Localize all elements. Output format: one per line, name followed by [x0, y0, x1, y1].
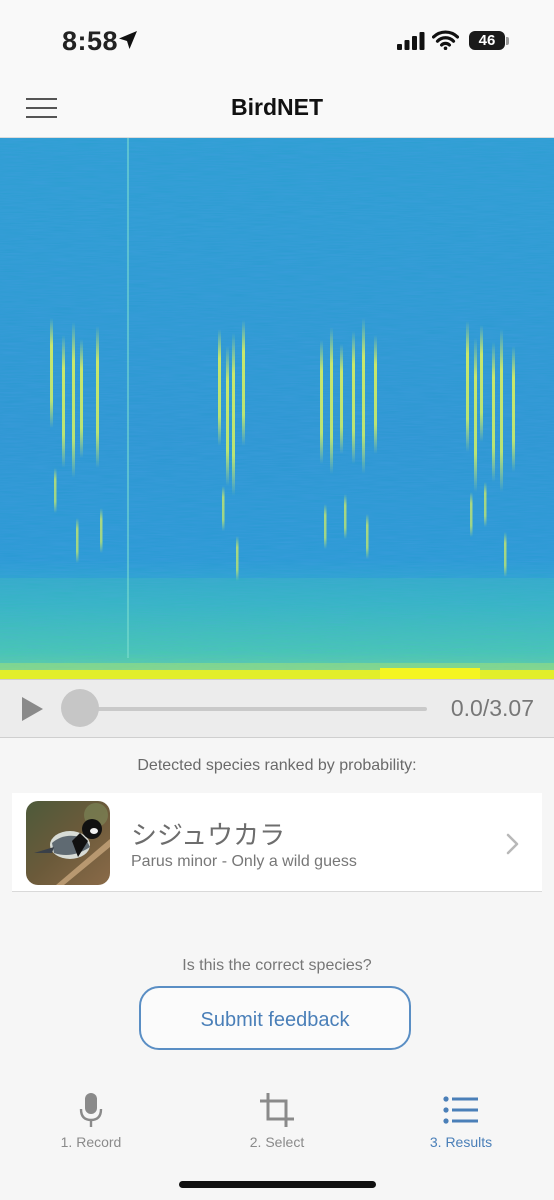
tab-record[interactable]: 1. Record: [16, 1092, 166, 1150]
spectrogram-burst: [484, 482, 487, 527]
spectrogram-burst: [80, 339, 83, 458]
spectrogram-burst: [76, 518, 79, 563]
species-result-card[interactable]: シジュウカラ Parus minor - Only a wild guess: [12, 793, 542, 892]
spectrogram-burst: [236, 536, 239, 581]
submit-feedback-button[interactable]: Submit feedback: [139, 986, 411, 1050]
tab-results[interactable]: 3. Results: [386, 1092, 536, 1150]
playback-track[interactable]: [80, 707, 427, 711]
audio-player: 0.0/3.07: [0, 679, 554, 738]
spectrogram-burst: [344, 494, 347, 539]
spectrogram-burst: [492, 342, 495, 482]
spectrogram-burst: [218, 329, 221, 446]
spectrogram-burst: [366, 514, 369, 559]
spectrogram-burst: [480, 325, 483, 442]
battery-indicator: 46: [469, 31, 505, 50]
status-time: 8:58: [62, 26, 119, 56]
tab-record-label: 1. Record: [60, 1134, 122, 1150]
species-common-name: シジュウカラ: [131, 820, 286, 850]
spectrogram-burst: [324, 504, 327, 549]
spectrogram-burst: [330, 327, 333, 474]
spectrogram-burst: [352, 331, 355, 464]
home-indicator: [179, 1181, 376, 1188]
time-readout: 0.0/3.07: [450, 695, 534, 721]
spectrogram-burst: [232, 333, 235, 496]
spectrogram-burst: [466, 321, 469, 452]
spectrogram-burst: [226, 346, 229, 486]
play-icon[interactable]: [20, 696, 44, 722]
results-heading: Detected species ranked by probability:: [137, 757, 417, 774]
playback-thumb[interactable]: [61, 689, 99, 727]
spectrogram-burst: [504, 532, 507, 577]
wifi-icon: [432, 30, 459, 50]
crop-icon: [260, 1093, 294, 1127]
app-header: BirdNET: [0, 80, 554, 138]
spectrogram-burst: [474, 338, 477, 492]
tab-results-label: 3. Results: [429, 1134, 493, 1150]
spectrogram-burst: [470, 492, 473, 537]
spectrogram[interactable]: [0, 138, 554, 679]
spectrogram-burst: [340, 344, 343, 454]
species-scientific-name: Parus minor - Only a wild guess: [131, 853, 357, 870]
tab-select[interactable]: 2. Select: [202, 1092, 352, 1150]
chevron-right-icon: [506, 833, 519, 855]
microphone-icon: [79, 1093, 103, 1127]
spectrogram-burst: [100, 508, 103, 553]
spectrogram-burst: [72, 322, 75, 478]
spectrogram-burst: [362, 318, 365, 474]
species-photo: [26, 801, 110, 885]
battery-tip: [506, 37, 509, 45]
spectrogram-burst: [222, 486, 225, 531]
spectrogram-burst: [62, 335, 65, 468]
spectrogram-burst: [96, 326, 99, 468]
spectrogram-burst: [54, 468, 57, 513]
spectrogram-burst: [320, 340, 323, 464]
location-arrow-icon: [119, 31, 137, 49]
feedback-question: Is this the correct species?: [182, 957, 372, 974]
spectrogram-burst: [500, 329, 503, 492]
app-title: BirdNET: [231, 94, 323, 120]
spectrogram-burst: [242, 320, 245, 446]
tab-select-label: 2. Select: [249, 1134, 305, 1150]
spectrogram-burst: [50, 318, 53, 428]
status-bar: 8:58 46: [0, 0, 554, 80]
cellular-signal-icon: [397, 32, 425, 50]
spectrogram-burst: [512, 346, 515, 472]
list-icon: [443, 1096, 478, 1124]
spectrogram-burst: [374, 335, 377, 454]
